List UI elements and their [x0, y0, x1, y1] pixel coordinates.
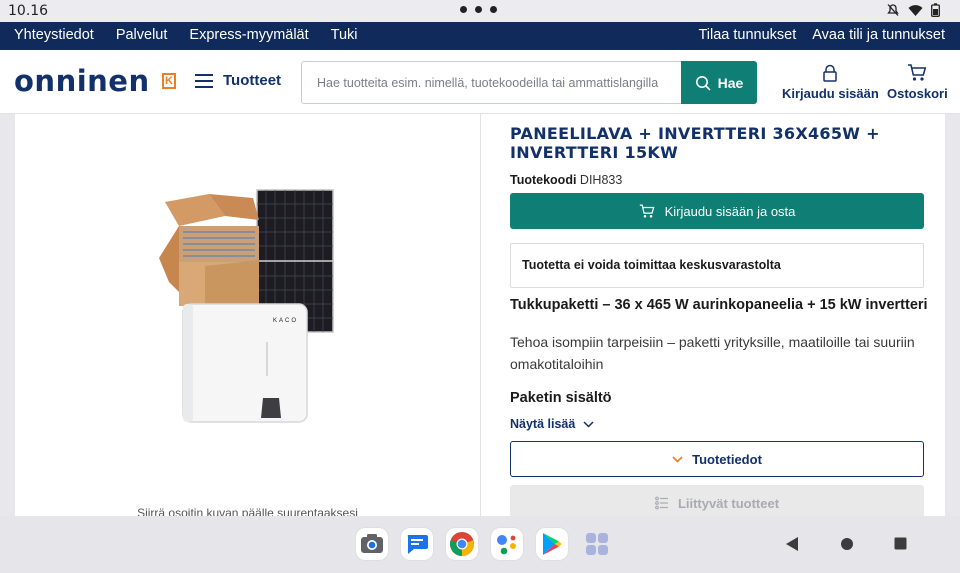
cart-link[interactable]: Ostoskori: [887, 64, 948, 101]
chrome-icon: [450, 532, 474, 556]
product-title: PANEELILAVA + INVERTTERI 36X465W + INVER…: [510, 124, 880, 162]
topnav-contact-link[interactable]: Yhteystiedot: [14, 27, 94, 43]
topnav-order-credentials-link[interactable]: Tilaa tunnukset: [698, 27, 796, 43]
chevron-down-icon: [583, 420, 594, 428]
top-nav: Yhteystiedot Palvelut Express-myymälät T…: [0, 22, 960, 50]
play-store-icon: [543, 533, 562, 555]
show-more-link[interactable]: Näytä lisää: [510, 417, 594, 431]
recents-icon[interactable]: [894, 537, 907, 550]
system-nav-bar: [0, 516, 960, 573]
login-link[interactable]: Kirjaudu sisään: [782, 64, 879, 101]
product-page: KACO Siirrä osoitin kuvan päälle suurent…: [15, 114, 945, 516]
cart-icon: [639, 203, 655, 218]
related-products-label: Liittyvät tuotteet: [677, 495, 780, 511]
chevron-down-icon: [672, 455, 683, 463]
play-store-app[interactable]: [536, 528, 568, 560]
status-dots-icon: [460, 6, 497, 13]
status-bar: 10.16: [0, 0, 960, 22]
home-icon[interactable]: [840, 537, 854, 551]
zoom-hint: Siirrä osoitin kuvan päälle suurentaakse…: [137, 506, 358, 516]
product-subheading: Tukkupaketti – 36 x 465 W aurinkopaneeli…: [510, 297, 928, 313]
login-and-buy-label: Kirjaudu sisään ja osta: [664, 203, 796, 219]
status-time: 10.16: [8, 3, 49, 19]
products-menu-button[interactable]: Tuotteet: [195, 72, 281, 89]
show-more-label: Näytä lisää: [510, 417, 576, 431]
wifi-icon: [908, 4, 923, 16]
product-details-button[interactable]: Tuotetiedot: [510, 441, 924, 477]
kesko-badge-icon: K: [162, 73, 176, 89]
assistant-app[interactable]: [491, 528, 523, 560]
package-contents-heading: Paketin sisältö: [510, 390, 612, 406]
app-drawer[interactable]: [581, 528, 613, 560]
product-image[interactable]: KACO: [155, 186, 345, 426]
inverter-brand-label: KACO: [273, 318, 298, 324]
messages-icon: [407, 535, 428, 554]
battery-icon: [931, 3, 940, 17]
product-details-label: Tuotetiedot: [692, 451, 762, 467]
search-input[interactable]: [302, 62, 682, 103]
cart-label: Ostoskori: [887, 86, 948, 101]
products-menu-label: Tuotteet: [223, 72, 282, 89]
topnav-express-stores-link[interactable]: Express-myymälät: [189, 27, 308, 43]
app-dock: [356, 528, 613, 560]
search-button[interactable]: Hae: [681, 61, 757, 104]
search-bar: Hae: [301, 61, 757, 104]
topnav-support-link[interactable]: Tuki: [331, 27, 358, 43]
topnav-open-account-link[interactable]: Avaa tili ja tunnukset: [812, 27, 945, 43]
list-icon: [655, 496, 668, 510]
back-icon[interactable]: [785, 536, 799, 552]
chrome-app[interactable]: [446, 528, 478, 560]
assistant-icon: [497, 535, 516, 555]
hamburger-icon: [195, 73, 213, 88]
product-description: Tehoa isompiin tarpeisiin – paketti yrit…: [510, 334, 915, 372]
site-header: onninen K Tuotteet Hae Kirjaudu sisään O…: [0, 50, 960, 114]
delivery-notice: Tuotetta ei voida toimittaa keskusvarast…: [510, 243, 924, 288]
camera-app[interactable]: [356, 528, 388, 560]
product-code-label: Tuotekoodi: [510, 173, 577, 187]
cart-icon: [908, 64, 927, 81]
onninen-logo[interactable]: onninen: [14, 64, 150, 98]
app-drawer-icon: [586, 533, 608, 555]
mute-notifications-icon: [887, 4, 899, 16]
lock-icon: [823, 64, 838, 82]
login-label: Kirjaudu sisään: [782, 86, 879, 101]
product-code-value: DIH833: [579, 173, 623, 187]
camera-icon: [361, 534, 383, 553]
topnav-services-link[interactable]: Palvelut: [116, 27, 168, 43]
search-button-label: Hae: [717, 74, 744, 91]
search-icon: [695, 75, 711, 91]
related-products-button[interactable]: Liittyvät tuotteet: [510, 485, 924, 516]
messages-app[interactable]: [401, 528, 433, 560]
login-and-buy-button[interactable]: Kirjaudu sisään ja osta: [510, 193, 924, 229]
column-divider: [480, 114, 481, 516]
product-code: Tuotekoodi DIH833: [510, 173, 622, 187]
